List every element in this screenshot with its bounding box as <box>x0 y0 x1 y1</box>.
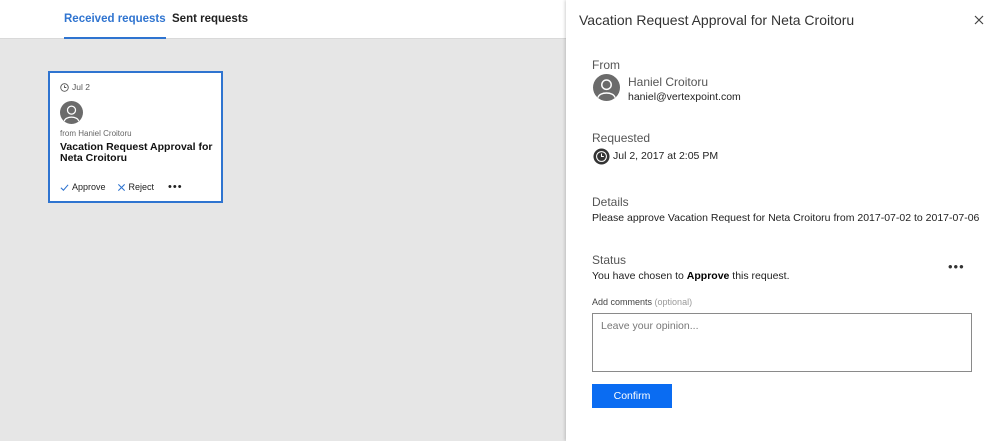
avatar-icon <box>60 101 83 124</box>
approve-button[interactable]: Approve <box>60 182 106 192</box>
comments-label-text: Add comments <box>592 297 653 307</box>
status-label: Status <box>592 253 627 267</box>
from-email: haniel@vertexpoint.com <box>628 91 741 103</box>
from-label: From <box>592 58 620 72</box>
details-label: Details <box>592 195 629 209</box>
status-text: You have chosen to Approve this request. <box>592 270 790 282</box>
from-name: Haniel Croitoru <box>628 75 709 89</box>
approve-label: Approve <box>72 182 106 192</box>
card-date-text: Jul 2 <box>72 82 90 92</box>
request-detail-panel: Vacation Request Approval for Neta Croit… <box>566 0 998 441</box>
requested-label: Requested <box>592 131 651 145</box>
reject-button[interactable]: Reject <box>117 182 155 192</box>
comments-label: Add comments (optional) <box>592 297 692 307</box>
confirm-button[interactable]: Confirm <box>592 384 672 408</box>
tab-received-requests[interactable]: Received requests <box>64 0 166 39</box>
status-choice: Approve <box>686 270 730 282</box>
request-card[interactable]: Jul 2 from Haniel Croitoru Vacation Requ… <box>48 71 223 203</box>
details-text: Please approve Vacation Request for Neta… <box>592 212 980 224</box>
avatar-icon <box>593 74 620 101</box>
card-date: Jul 2 <box>60 82 90 92</box>
panel-title: Vacation Request Approval for Neta Croit… <box>579 12 855 28</box>
requested-date: Jul 2, 2017 at 2:05 PM <box>613 150 719 162</box>
reject-label: Reject <box>128 182 155 192</box>
comments-optional: (optional) <box>654 297 693 307</box>
comments-input[interactable] <box>592 313 972 372</box>
card-title: Vacation Request Approval for Neta Croit… <box>60 141 213 164</box>
close-icon[interactable] <box>972 13 986 27</box>
top-tab-bar: Received requests Sent requests <box>0 0 566 39</box>
clock-icon <box>593 148 610 165</box>
clock-icon <box>60 82 69 92</box>
more-icon[interactable]: ••• <box>948 259 965 274</box>
tab-sent-requests[interactable]: Sent requests <box>172 0 248 39</box>
status-prefix: You have chosen to <box>592 270 687 282</box>
more-icon[interactable]: ••• <box>168 181 183 192</box>
card-from: from Haniel Croitoru <box>60 129 132 138</box>
x-icon <box>117 183 125 191</box>
check-icon <box>60 183 69 191</box>
card-actions: Approve Reject ••• <box>60 181 183 192</box>
status-suffix: this request. <box>729 270 790 282</box>
